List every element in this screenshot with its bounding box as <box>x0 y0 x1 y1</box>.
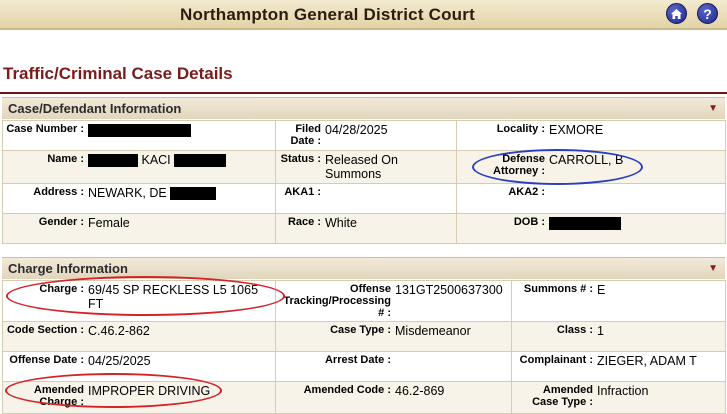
status-value: Released On Summons <box>325 153 398 181</box>
amended-charge-label: Amended Charge : <box>33 384 84 408</box>
redacted-last-name <box>88 154 138 168</box>
class-label: Class : <box>556 324 593 336</box>
case-type-value: Misdemeanor <box>395 324 471 338</box>
dob-label: DOB : <box>513 216 545 228</box>
locality-value: EXMORE <box>549 123 604 137</box>
amended-code-value: 46.2-869 <box>395 384 445 398</box>
defense-attorney-value: CARROLL, B <box>549 153 624 167</box>
name-label: Name : <box>47 153 84 165</box>
case-type-cell: Case Type : Misdemeanor <box>275 321 512 352</box>
complainant-label: Complainant : <box>519 354 593 366</box>
race-cell: Race : White <box>275 213 457 244</box>
collapse-triangle-icon[interactable]: ▼ <box>708 103 718 114</box>
redacted-address <box>170 187 217 201</box>
section-title: Case/Defendant Information <box>8 101 182 116</box>
court-header-bar: Northampton General District Court ? <box>0 0 727 30</box>
arrest-date-cell: Arrest Date : <box>275 351 512 382</box>
charge-cell: Charge : 69/45 SP RECKLESS L5 1065 FT <box>2 280 276 322</box>
complainant-cell: Complainant : ZIEGER, ADAM T <box>511 351 726 382</box>
home-icon[interactable] <box>666 3 687 24</box>
code-section-label: Code Section : <box>6 324 84 336</box>
aka1-label: AKA1 : <box>284 186 321 198</box>
aka2-label: AKA2 : <box>508 186 545 198</box>
case-defendant-section-header[interactable]: Case/Defendant Information ▼ <box>2 97 725 119</box>
help-icon[interactable]: ? <box>697 3 718 24</box>
redacted-case-number <box>88 124 191 138</box>
collapse-triangle-icon[interactable]: ▼ <box>708 263 718 274</box>
charge-value: 69/45 SP RECKLESS L5 1065 FT <box>88 283 259 311</box>
locality-label: Locality : <box>496 123 545 135</box>
help-glyph: ? <box>703 5 712 22</box>
dob-cell: DOB : <box>456 213 726 244</box>
gender-value: Female <box>88 216 130 230</box>
summons-cell: Summons # : E <box>511 280 726 322</box>
offense-date-cell: Offense Date : 04/25/2025 <box>2 351 276 382</box>
home-glyph-icon <box>671 8 682 19</box>
aka1-cell: AKA1 : <box>275 183 457 214</box>
page-title: Traffic/Criminal Case Details <box>3 64 233 83</box>
court-name: Northampton General District Court <box>180 5 475 24</box>
class-cell: Class : 1 <box>511 321 726 352</box>
status-cell: Status : Released On Summons <box>275 150 457 184</box>
gender-cell: Gender : Female <box>2 213 276 244</box>
case-number-label: Case Number : <box>6 123 84 135</box>
section-title: Charge Information <box>8 261 128 276</box>
class-value: 1 <box>597 324 604 338</box>
status-label: Status : <box>280 153 321 165</box>
filed-date-value: 04/28/2025 <box>325 123 388 137</box>
title-divider <box>0 92 727 94</box>
charge-table: Charge : 69/45 SP RECKLESS L5 1065 FT Of… <box>2 280 726 414</box>
address-value: NEWARK, DE <box>88 186 167 200</box>
filed-date-label: Filed Date : <box>290 123 321 147</box>
amended-charge-value: IMPROPER DRIVING <box>88 384 211 398</box>
defense-attorney-label: Defense Attorney : <box>493 153 545 177</box>
redacted-dob <box>549 217 621 231</box>
code-section-cell: Code Section : C.46.2-862 <box>2 321 276 352</box>
charge-label: Charge : <box>39 283 84 295</box>
amended-charge-cell: Amended Charge : IMPROPER DRIVING <box>2 381 276 414</box>
offense-tracking-label: Offense Tracking/Processing # : <box>283 283 391 319</box>
gender-label: Gender : <box>38 216 84 228</box>
offense-tracking-cell: Offense Tracking/Processing # : 131GT250… <box>275 280 512 322</box>
amended-code-cell: Amended Code : 46.2-869 <box>275 381 512 414</box>
amended-case-type-value: Infraction <box>597 384 649 398</box>
name-value: KACI <box>141 153 171 167</box>
redacted-middle-name <box>174 154 227 168</box>
case-defendant-table: Case Number : Filed Date : 04/28/2025 Lo… <box>2 120 726 244</box>
race-label: Race : <box>287 216 321 228</box>
offense-tracking-value: 131GT2500637300 <box>395 283 503 297</box>
locality-cell: Locality : EXMORE <box>456 120 726 151</box>
code-section-value: C.46.2-862 <box>88 324 150 338</box>
case-type-label: Case Type : <box>330 324 391 336</box>
name-cell: Name : KACI <box>2 150 276 184</box>
race-value: White <box>325 216 357 230</box>
summons-label: Summons # : <box>523 283 593 295</box>
aka2-cell: AKA2 : <box>456 183 726 214</box>
offense-date-value: 04/25/2025 <box>88 354 151 368</box>
summons-value: E <box>597 283 606 297</box>
address-cell: Address : NEWARK, DE <box>2 183 276 214</box>
address-label: Address : <box>33 186 84 198</box>
charge-section-header[interactable]: Charge Information ▼ <box>2 257 725 279</box>
defense-attorney-cell: Defense Attorney : CARROLL, B <box>456 150 726 184</box>
offense-date-label: Offense Date : <box>9 354 84 366</box>
arrest-date-label: Arrest Date : <box>324 354 391 366</box>
case-number-cell: Case Number : <box>2 120 276 151</box>
amended-case-type-cell: Amended Case Type : Infraction <box>511 381 726 414</box>
amended-code-label: Amended Code : <box>303 384 391 396</box>
filed-date-cell: Filed Date : 04/28/2025 <box>275 120 457 151</box>
amended-case-type-label: Amended Case Type : <box>532 384 593 408</box>
complainant-value: ZIEGER, ADAM T <box>597 354 697 368</box>
